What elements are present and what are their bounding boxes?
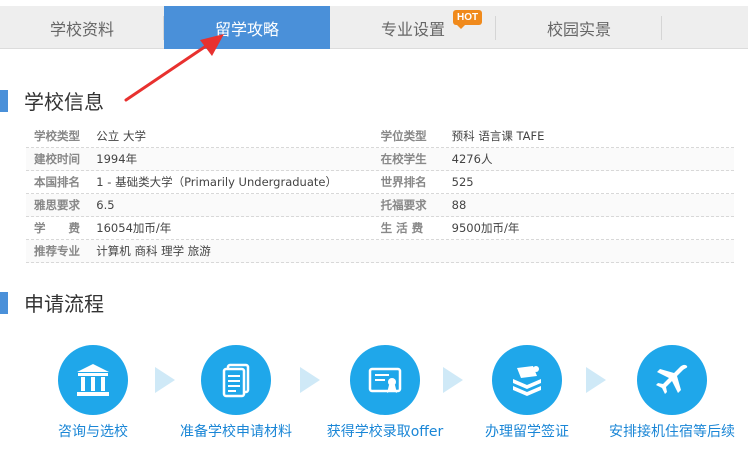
table-row: 建校时间 1994年 在校学生 4276人: [26, 148, 734, 171]
tab-label: 学校资料: [49, 19, 114, 39]
step-label: 获得学校录取offer: [326, 424, 444, 440]
field-value: 1994年: [96, 152, 138, 166]
step-label: 安排接机住宿等后续: [609, 424, 735, 440]
field-label: 本国排名: [34, 175, 80, 189]
books-icon: [492, 345, 562, 415]
school-info-table: 学校类型 公立 大学 学位类型 预科 语言课 TAFE 建校时间 1994年 在…: [26, 125, 734, 263]
section-title: 学校信息: [24, 90, 104, 114]
table-row: 学 费 16054加币/年 生 活 费 9500加币/年: [26, 217, 734, 240]
school-info-heading: 学校信息: [0, 86, 104, 115]
field-value: 计算机 商科 理学 旅游: [96, 244, 211, 258]
step-label: 准备学校申请材料: [180, 424, 292, 440]
field-value: 9500加币/年: [451, 221, 520, 235]
field-value: 1 - 基础类大学（Primarily Undergraduate）: [96, 175, 337, 189]
tab-bar-filler: [662, 6, 748, 49]
certificate-icon: [350, 345, 420, 415]
process-step: 咨询与选校: [35, 345, 151, 441]
tab-label: 专业设置: [380, 19, 445, 39]
tab-campus-photos[interactable]: 校园实景: [496, 6, 662, 49]
step-label: 咨询与选校: [58, 424, 128, 440]
field-label: 世界排名: [380, 175, 427, 189]
field-value: 88: [451, 198, 467, 212]
process-step: 获得学校录取offer: [318, 345, 452, 441]
field-label: 学校类型: [34, 129, 80, 143]
tab-bar: 学校资料 留学攻略 专业设置 校园实景: [0, 6, 748, 49]
document-icon: [201, 345, 271, 415]
step-label: 办理留学签证: [485, 424, 569, 440]
field-value: 16054加币/年: [96, 221, 172, 235]
process-steps: 咨询与选校 准备学校申请材料 获得学校录取offer 办理留学签证 安排接机住宿…: [0, 345, 748, 445]
process-step: 准备学校申请材料: [170, 345, 302, 441]
process-step: 安排接机住宿等后续: [602, 345, 742, 441]
field-label: 推荐专业: [34, 244, 80, 258]
field-value: 6.5: [96, 198, 115, 212]
process-step: 办理留学签证: [472, 345, 582, 441]
institution-icon: [58, 345, 128, 415]
field-label: 在校学生: [380, 152, 427, 166]
section-title: 申请流程: [24, 292, 104, 316]
annotation-arrow-icon: [124, 34, 224, 102]
tab-label: 校园实景: [546, 19, 611, 39]
field-label: 生 活 费: [380, 221, 424, 235]
section-marker: [0, 89, 8, 112]
table-row: 推荐专业 计算机 商科 理学 旅游: [26, 240, 734, 263]
table-row: 学校类型 公立 大学 学位类型 预科 语言课 TAFE: [26, 125, 734, 148]
field-value: 4276人: [451, 152, 493, 166]
chevron-right-icon: [300, 367, 320, 393]
chevron-right-icon: [443, 367, 463, 393]
hot-badge: HOT: [453, 10, 483, 29]
section-marker: [0, 291, 8, 314]
table-row: 本国排名 1 - 基础类大学（Primarily Undergraduate） …: [26, 171, 734, 194]
field-value: 公立 大学: [96, 129, 146, 143]
field-label: 托福要求: [380, 198, 427, 212]
field-label: 建校时间: [34, 152, 80, 166]
table-row: 雅思要求 6.5 托福要求 88: [26, 194, 734, 217]
field-value: 预科 语言课 TAFE: [451, 129, 545, 143]
field-label: 学位类型: [380, 129, 427, 143]
field-label: 学 费: [34, 221, 80, 235]
field-value: 525: [451, 175, 474, 189]
field-label: 雅思要求: [34, 198, 80, 212]
airplane-icon: [637, 345, 707, 415]
process-heading: 申请流程: [0, 288, 104, 317]
